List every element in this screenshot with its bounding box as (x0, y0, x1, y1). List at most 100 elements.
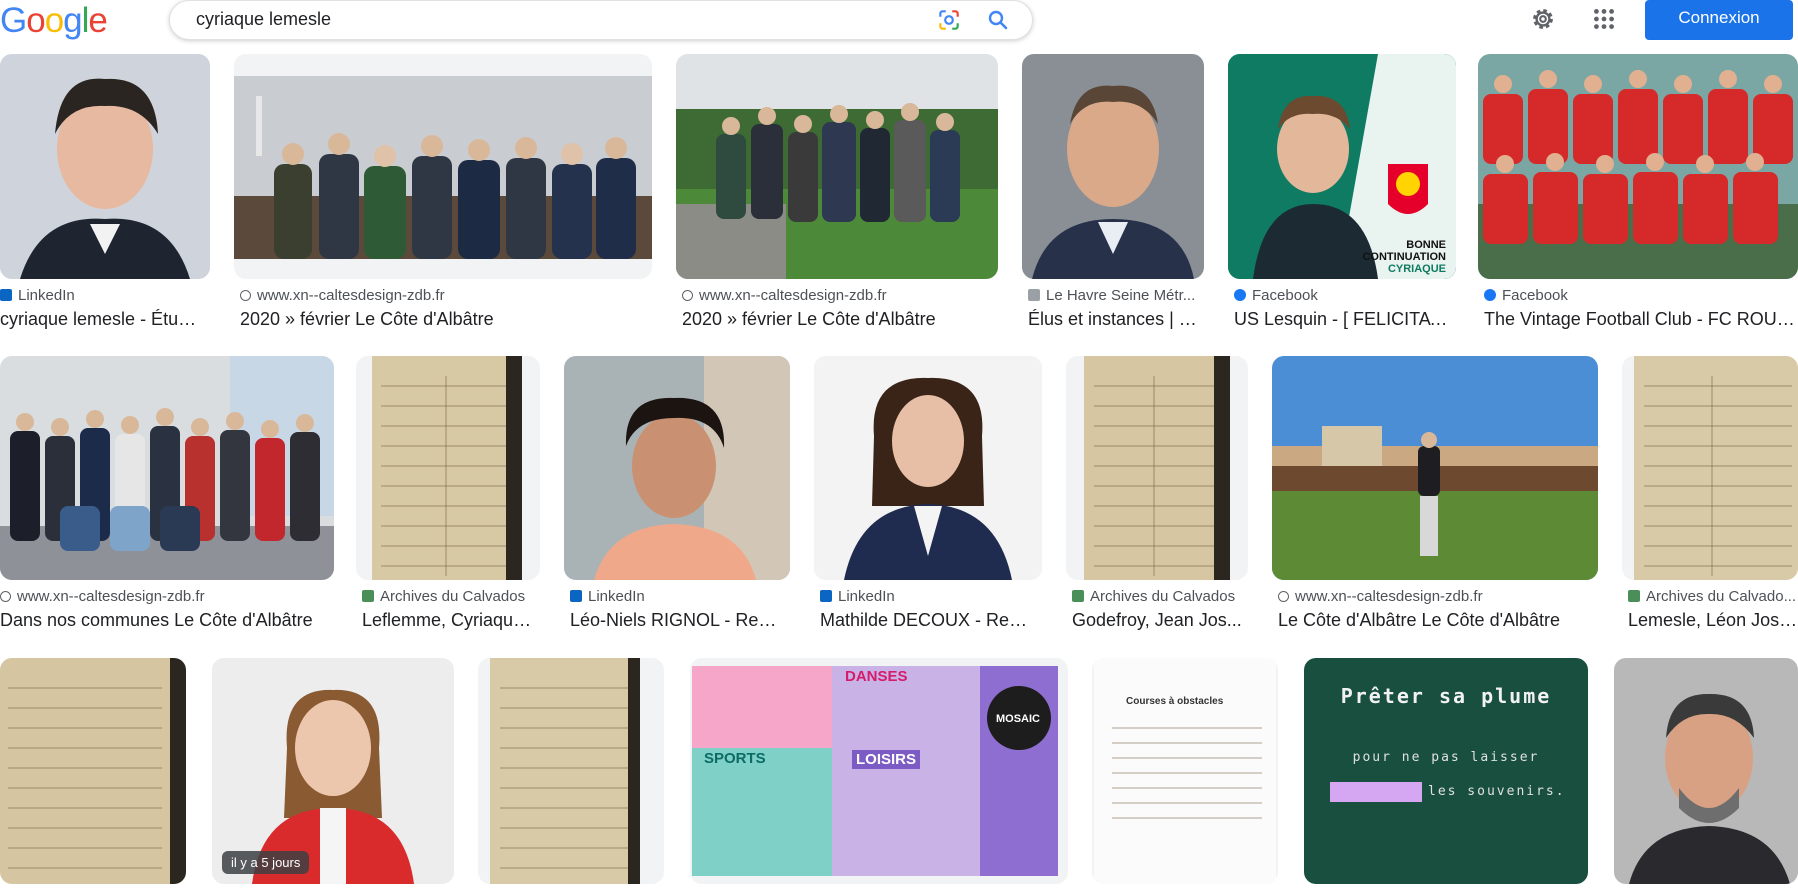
result-card[interactable]: Le Havre Seine Métr... Élus et instances… (1022, 54, 1204, 334)
result-source[interactable]: Archives du Calvados (362, 588, 537, 606)
result-thumbnail[interactable] (356, 356, 540, 580)
result-card[interactable]: Facebook The Vintage Football Club - FC … (1478, 54, 1798, 334)
logo-letter: g (63, 1, 82, 40)
result-source[interactable]: Archives du Calvado... (1628, 588, 1798, 606)
result-source[interactable]: www.xn--caltesdesign-zdb.fr (0, 588, 330, 606)
logo-letter: o (44, 1, 64, 40)
highlight-box (1330, 782, 1422, 802)
person-photo (1614, 658, 1798, 884)
result-thumbnail[interactable] (1272, 356, 1598, 580)
result-thumbnail[interactable] (1614, 658, 1798, 884)
result-card[interactable] (1614, 658, 1798, 888)
result-thumbnail[interactable] (0, 356, 334, 580)
facebook-icon (1484, 289, 1496, 301)
result-card[interactable]: www.xn--caltesdesign-zdb.fr 2020 » févri… (234, 54, 652, 334)
globe-icon (0, 591, 11, 602)
archive-icon (1628, 590, 1640, 602)
result-title[interactable]: cyriaque lemesle - Étudi... (0, 308, 205, 330)
result-card[interactable]: www.xn--caltesdesign-zdb.fr Le Côte d'Al… (1272, 356, 1598, 636)
result-source[interactable]: LinkedIn (570, 588, 785, 606)
result-thumbnail[interactable]: Prêter sa plume pour ne pas laisser les … (1304, 658, 1588, 884)
archive-document (1084, 356, 1230, 580)
result-card[interactable]: LinkedIn Mathilde DECOUX - Resp... (814, 356, 1042, 636)
result-source[interactable]: Le Havre Seine Métr... (1028, 287, 1198, 305)
result-title[interactable]: Lemesle, Léon Jose... (1628, 609, 1798, 631)
camera-lens-icon[interactable] (936, 7, 962, 33)
result-card[interactable]: il y a 5 jours (212, 658, 454, 888)
archive-document (0, 658, 186, 884)
result-card[interactable]: Archives du Calvados Godefroy, Jean Jos.… (1066, 356, 1248, 636)
poster-heading-sports: SPORTS (704, 750, 766, 767)
poster-caption: BONNE CONTINUATION CYRIAQUE (1362, 239, 1446, 275)
result-card[interactable] (478, 658, 664, 888)
logo-letter: e (88, 1, 107, 40)
result-source[interactable]: Archives du Calvados (1072, 588, 1248, 606)
result-thumbnail[interactable] (564, 356, 790, 580)
result-card[interactable]: DANSES SPORTS LOISIRS MOSAIC (690, 658, 1068, 888)
result-title[interactable]: US Lesquin - [ FELICITATI... (1234, 308, 1449, 330)
result-card[interactable]: LinkedIn Léo-Niels RIGNOL - Renn... (564, 356, 790, 636)
bulletin-heading: Courses à obstacles (1126, 696, 1224, 707)
result-card[interactable]: BONNE CONTINUATION CYRIAQUE Facebook US … (1228, 54, 1456, 334)
result-card[interactable] (0, 658, 186, 888)
archive-document (490, 658, 640, 884)
result-source[interactable]: Facebook (1234, 287, 1449, 305)
google-logo[interactable]: Google (0, 1, 108, 41)
signin-button[interactable]: Connexion (1645, 0, 1793, 40)
result-thumbnail[interactable] (676, 54, 998, 279)
result-card[interactable]: www.xn--caltesdesign-zdb.fr Dans nos com… (0, 356, 334, 636)
group-photo (0, 356, 334, 580)
facebook-icon (1234, 289, 1246, 301)
top-bar: Google cyriaque lemesle Connexion (0, 0, 1798, 50)
result-title[interactable]: Léo-Niels RIGNOL - Renn... (570, 609, 785, 631)
quote-line-2: les souvenirs. (1428, 784, 1566, 799)
archive-icon (362, 590, 374, 602)
result-title[interactable]: Élus et instances | L... (1028, 308, 1198, 330)
team-photo (1478, 54, 1798, 279)
search-box[interactable]: cyriaque lemesle (169, 0, 1033, 40)
search-icon[interactable] (986, 8, 1010, 32)
result-thumbnail[interactable]: Courses à obstacles (1092, 658, 1278, 884)
result-title[interactable]: Le Côte d'Albâtre Le Côte d'Albâtre (1278, 609, 1594, 631)
result-source[interactable]: LinkedIn (0, 287, 205, 305)
result-title[interactable]: The Vintage Football Club - FC ROUE... (1484, 308, 1798, 330)
result-card[interactable]: LinkedIn cyriaque lemesle - Étudi... (0, 54, 210, 334)
result-title[interactable]: Godefroy, Jean Jos... (1072, 609, 1248, 631)
result-source[interactable]: www.xn--caltesdesign-zdb.fr (240, 287, 640, 305)
apps-grid-icon[interactable] (1591, 6, 1617, 32)
poster-heading-danses: DANSES (845, 668, 908, 685)
result-thumbnail[interactable] (1066, 356, 1248, 580)
globe-icon (1278, 591, 1289, 602)
result-thumbnail[interactable] (478, 658, 664, 884)
result-thumbnail[interactable] (234, 54, 652, 279)
result-card[interactable]: Courses à obstacles (1092, 658, 1278, 888)
result-thumbnail[interactable] (1022, 54, 1204, 279)
event-poster (692, 666, 1058, 876)
result-card[interactable]: www.xn--caltesdesign-zdb.fr 2020 » févri… (676, 54, 998, 334)
result-title[interactable]: Dans nos communes Le Côte d'Albâtre (0, 609, 330, 631)
result-thumbnail[interactable] (1478, 54, 1798, 279)
result-title[interactable]: Leflemme, Cyriaque... (362, 609, 537, 631)
search-input[interactable]: cyriaque lemesle (196, 9, 896, 30)
result-thumbnail[interactable] (814, 356, 1042, 580)
result-source[interactable]: www.xn--caltesdesign-zdb.fr (1278, 588, 1594, 606)
logo-letter: G (0, 1, 27, 40)
archive-icon (1072, 590, 1084, 602)
result-title[interactable]: 2020 » février Le Côte d'Albâtre (240, 308, 645, 330)
result-source[interactable]: www.xn--caltesdesign-zdb.fr (682, 287, 992, 305)
result-thumbnail[interactable]: il y a 5 jours (212, 658, 454, 884)
settings-gear-icon[interactable] (1529, 5, 1557, 33)
result-title[interactable]: 2020 » février Le Côte d'Albâtre (682, 308, 992, 330)
result-thumbnail[interactable]: DANSES SPORTS LOISIRS MOSAIC (690, 658, 1068, 884)
result-thumbnail[interactable] (0, 658, 186, 884)
result-source[interactable]: LinkedIn (820, 588, 1036, 606)
result-source[interactable]: Facebook (1484, 287, 1794, 305)
result-thumbnail[interactable]: BONNE CONTINUATION CYRIAQUE (1228, 54, 1456, 279)
result-card[interactable]: Archives du Calvados Leflemme, Cyriaque.… (356, 356, 540, 636)
result-thumbnail[interactable] (1622, 356, 1798, 580)
result-card[interactable]: Prêter sa plume pour ne pas laisser les … (1304, 658, 1588, 888)
result-title[interactable]: Mathilde DECOUX - Resp... (820, 609, 1036, 631)
result-card[interactable]: Archives du Calvado... Lemesle, Léon Jos… (1622, 356, 1798, 636)
result-thumbnail[interactable] (0, 54, 210, 279)
bulletin-document (1094, 658, 1276, 884)
